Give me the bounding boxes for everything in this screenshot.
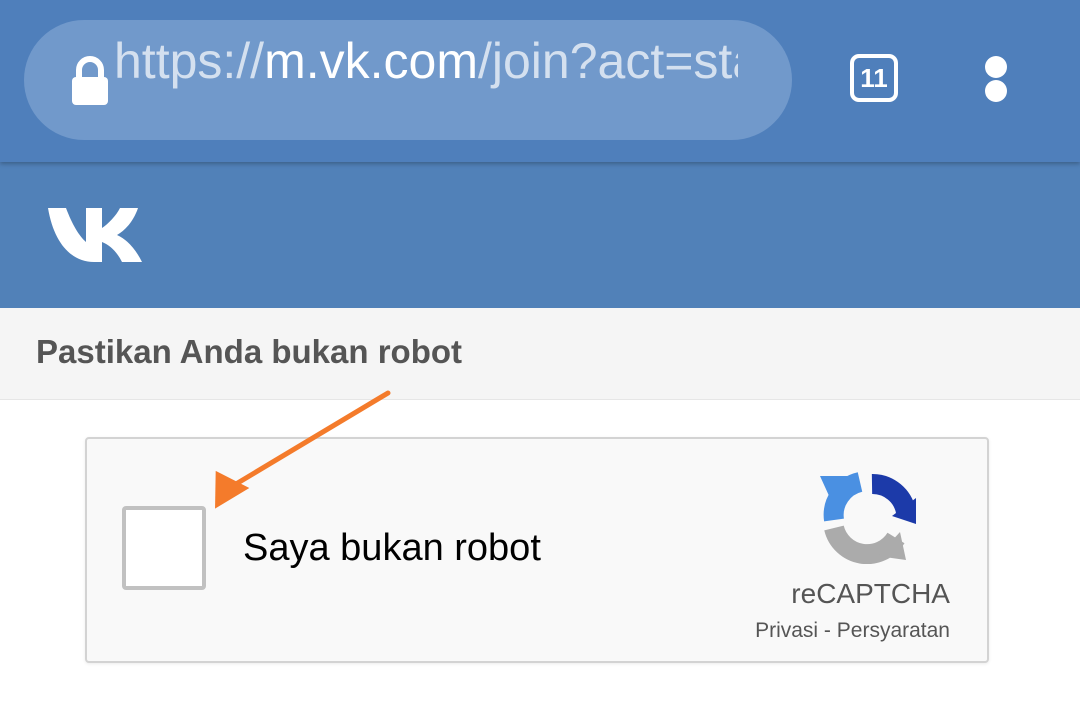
recaptcha-logo-icon [820, 472, 916, 564]
url-path: /join?act=sta [477, 33, 738, 89]
vk-logo[interactable] [48, 206, 142, 262]
terms-link[interactable]: Persyaratan [837, 619, 950, 642]
lock-icon [72, 56, 108, 105]
more-vert-icon[interactable] [972, 50, 1020, 110]
page-title: Pastikan Anda bukan robot [36, 333, 463, 370]
url-text[interactable]: https://m.vk.com/join?act=sta [114, 31, 738, 91]
tab-switcher-button[interactable]: 11 [850, 54, 898, 102]
browser-toolbar: https://m.vk.com/join?act=sta 11 [0, 0, 1080, 162]
url-domain: m.vk.com [264, 33, 478, 89]
site-header [0, 162, 1080, 308]
checkbox-label[interactable]: Saya bukan robot [243, 524, 541, 572]
recaptcha-brand: reCAPTCHA [791, 578, 950, 609]
url-scheme: https:// [114, 33, 265, 89]
link-separator: - [818, 619, 837, 642]
recaptcha-links: Privasi - Persyaratan [700, 616, 950, 646]
not-robot-checkbox[interactable] [122, 506, 206, 590]
privacy-link[interactable]: Privasi [755, 619, 818, 642]
